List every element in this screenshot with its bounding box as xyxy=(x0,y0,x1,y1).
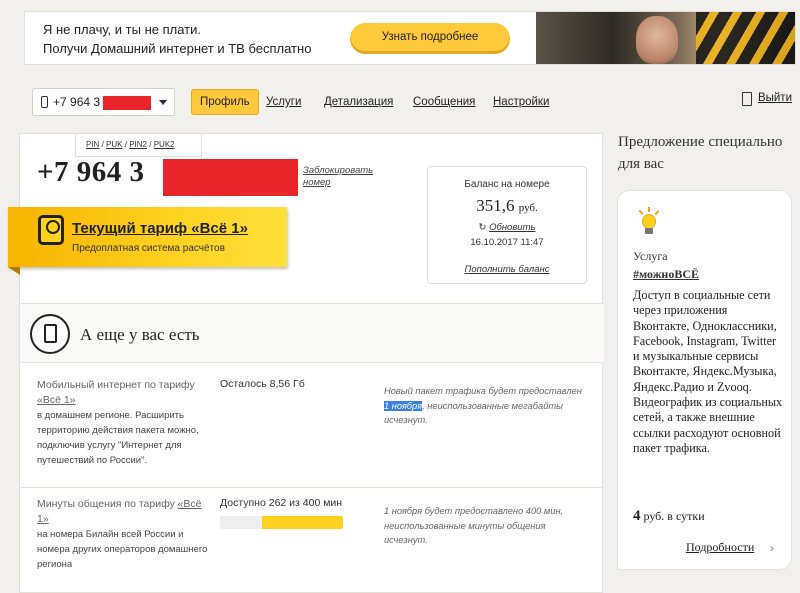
topup-link[interactable]: Пополнить баланс xyxy=(428,264,586,275)
redacted-number-large xyxy=(163,159,298,196)
tab-settings[interactable]: Настройки xyxy=(493,90,549,114)
refresh-balance[interactable]: ↻ Обновить xyxy=(428,222,586,233)
promo-text: Я не плачу, и ты не плати. Получи Домашн… xyxy=(43,20,311,58)
offer-card: Услуга #можноВСЁ Доступ в социальные сет… xyxy=(617,190,792,570)
chevron-right-icon: › xyxy=(770,541,774,555)
block-number-link[interactable]: Заблокировать номер xyxy=(303,165,383,189)
promo-banner: Я не плачу, и ты не плати. Получи Домашн… xyxy=(24,11,796,65)
promo-stripes xyxy=(696,12,795,64)
internet-note: Новый пакет трафика будет предоставлен 1… xyxy=(384,386,582,425)
puk2-link[interactable]: PUK2 xyxy=(154,140,175,149)
tariff-name-link[interactable]: Текущий тариф «Всё 1» xyxy=(72,220,248,237)
mobile-phone-icon xyxy=(41,96,48,108)
offer-details-link[interactable]: Подробности xyxy=(686,540,754,555)
tariff-subtitle: Предоплатная система расчётов xyxy=(72,243,225,254)
chevron-down-icon xyxy=(159,100,167,105)
balance-amount: 351,6 руб. xyxy=(476,196,538,215)
internet-package-info: Мобильный интернет по тарифу «Всё 1» в д… xyxy=(37,379,199,466)
refresh-icon: ↻ xyxy=(478,222,487,233)
offer-heading: Предложение специально для вас xyxy=(618,134,783,172)
divider xyxy=(20,362,604,363)
phone-number-heading: +7 964 3 xyxy=(37,156,145,188)
tab-profile[interactable]: Профиль xyxy=(191,89,259,115)
minutes-package-info: Минуты общения по тарифу «Всё 1» на номе… xyxy=(37,498,208,570)
account-card: PIN / PUK / PIN2 / PUK2 +7 964 3 Заблоки… xyxy=(8,133,604,593)
tab-details[interactable]: Детализация xyxy=(324,90,393,114)
wallet-coin-icon xyxy=(38,215,64,245)
pin2-link[interactable]: PIN2 xyxy=(129,140,147,149)
tariff-link[interactable]: «Всё 1» xyxy=(37,394,76,406)
current-tariff-ribbon: Текущий тариф «Всё 1» Предоплатная систе… xyxy=(8,207,287,275)
door-icon xyxy=(741,92,752,106)
offer-type: Услуга xyxy=(633,249,668,263)
puk-link[interactable]: PUK xyxy=(106,140,122,149)
promo-line-1: Я не плачу, и ты не плати. xyxy=(43,22,201,37)
internet-remaining: Осталось 8,56 Гб xyxy=(220,378,305,390)
lightbulb-icon xyxy=(638,207,659,237)
learn-more-button[interactable]: Узнать подробнее xyxy=(350,23,510,54)
minutes-progress-bar xyxy=(220,516,343,529)
promo-line-2: Получи Домашний интернет и ТВ бесплатно xyxy=(43,41,312,56)
pin-puk-links: PIN / PUK / PIN2 / PUK2 xyxy=(75,133,202,157)
balance-label: Баланс на номере xyxy=(464,179,550,190)
minutes-available: Доступно 262 из 400 мин xyxy=(220,497,343,509)
offer-description: Доступ в социальные сети через приложени… xyxy=(633,288,783,455)
extras-header: А еще у вас есть xyxy=(20,304,604,362)
phone-number-prefix: +7 964 3 xyxy=(53,95,101,109)
promo-person-image xyxy=(636,16,678,64)
offer-price: 4 руб. в сутки xyxy=(633,508,705,524)
logout-link[interactable]: Выйти xyxy=(741,92,792,106)
promo-photo xyxy=(536,12,795,64)
balance-box: Баланс на номере 351,6 руб. ↻ Обновить 1… xyxy=(427,166,587,284)
extras-title: А еще у вас есть xyxy=(80,325,200,344)
refresh-link[interactable]: Обновить xyxy=(489,222,535,233)
tab-services[interactable]: Услуги xyxy=(266,90,301,114)
checklist-icon xyxy=(30,314,70,354)
logout-label: Выйти xyxy=(757,92,792,104)
redacted-number xyxy=(103,96,151,110)
divider xyxy=(20,487,604,488)
top-nav: +7 964 3 Профиль Услуги Детализация Сооб… xyxy=(32,88,792,116)
minutes-note: 1 ноября будет предоставлено 400 мин, не… xyxy=(384,506,564,545)
balance-datetime: 16.10.2017 11:47 xyxy=(470,237,544,248)
pin-link[interactable]: PIN xyxy=(86,140,99,149)
tab-messages[interactable]: Сообщения xyxy=(413,90,475,114)
offer-hashtag-link[interactable]: #можноВСЁ xyxy=(633,267,699,282)
phone-number-select[interactable]: +7 964 3 xyxy=(32,88,175,116)
